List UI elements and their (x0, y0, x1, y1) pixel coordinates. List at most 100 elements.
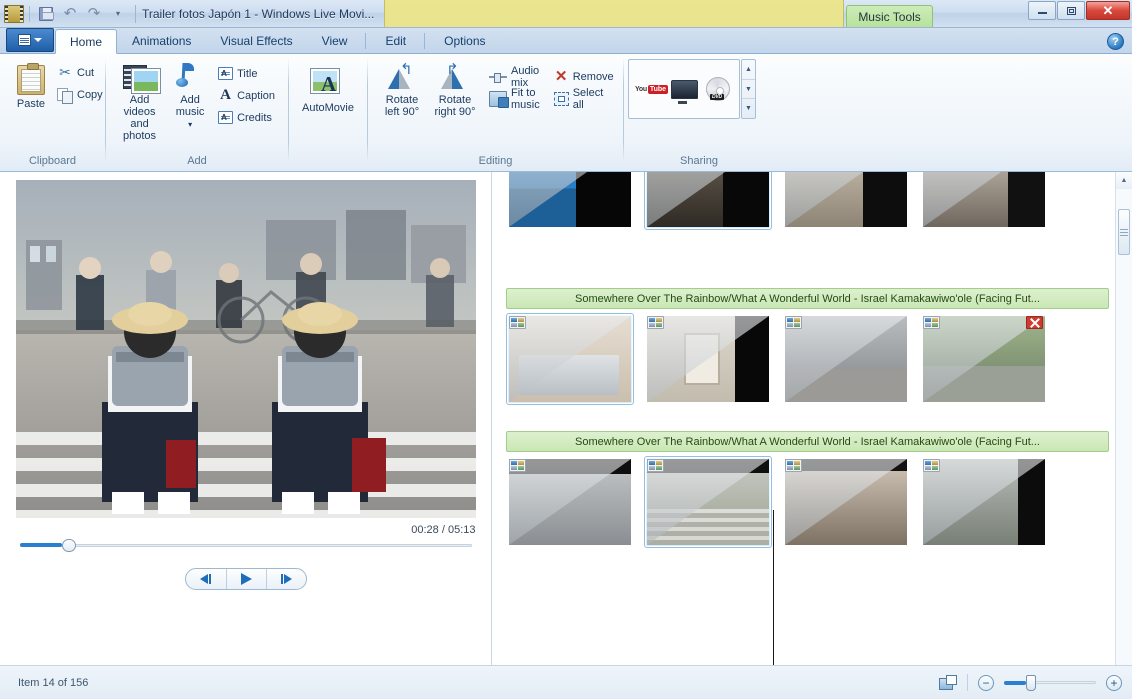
add-videos-and-photos-button[interactable]: Add videos and photos (114, 60, 165, 145)
thumbnail-size-icon[interactable] (939, 675, 957, 690)
minimize-button[interactable] (1028, 1, 1056, 20)
rotate-left-label-2: left 90° (384, 106, 420, 118)
redo-button[interactable]: ↷ (83, 3, 105, 25)
save-button[interactable] (35, 3, 57, 25)
seek-thumb[interactable] (61, 538, 76, 552)
storyboard-scrollbar[interactable]: ▲ (1115, 172, 1132, 665)
restore-button[interactable] (1057, 1, 1085, 20)
display-icon (670, 79, 698, 99)
zoom-in-button[interactable]: + (1106, 674, 1122, 691)
ribbon: Paste ✂ Cut Copy Clipboard Add videos an… (0, 54, 1132, 172)
tab-home[interactable]: Home (55, 29, 118, 54)
undo-icon: ↶ (63, 4, 77, 22)
zoom-thumb[interactable] (1026, 674, 1036, 691)
gallery-more-button[interactable]: ▼ (742, 98, 755, 118)
add-music-label-2: music ▾ (175, 106, 205, 129)
tab-view[interactable]: View (308, 29, 362, 53)
play-button[interactable] (225, 569, 266, 589)
contextual-tab-music-tools[interactable]: Music Tools (846, 5, 933, 27)
scrollbar-thumb[interactable] (1118, 209, 1130, 255)
publish-display-button[interactable] (669, 77, 699, 101)
zoom-out-button[interactable]: − (978, 674, 994, 691)
scrollbar-track[interactable] (1116, 189, 1132, 665)
tab-animations[interactable]: Animations (118, 29, 205, 53)
clip-thumbnail (923, 172, 1045, 227)
gallery-scroll-up-button[interactable]: ▲ (742, 60, 755, 79)
scroll-up-button[interactable]: ▲ (1116, 172, 1132, 189)
title-button[interactable]: Title (215, 63, 280, 84)
minimize-icon (1037, 12, 1047, 14)
seek-slider[interactable] (19, 538, 472, 552)
clip-item[interactable] (782, 456, 910, 548)
save-icon (39, 6, 54, 21)
item-count-label: Item 14 of 156 (18, 676, 89, 689)
audio-mix-icon (489, 70, 507, 84)
clip-item[interactable] (782, 313, 910, 405)
clip-item[interactable] (644, 456, 772, 548)
film-strip-icon (4, 4, 24, 23)
cut-button[interactable]: ✂ Cut (54, 62, 108, 83)
transition-icon (647, 316, 664, 329)
clip-item[interactable] (506, 313, 634, 405)
storyboard-row: Somewhere Over The Rainbow/What A Wonder… (498, 431, 1115, 548)
clip-item[interactable] (920, 172, 1048, 230)
chevron-down-icon (34, 38, 42, 42)
music-track-label[interactable]: Somewhere Over The Rainbow/What A Wonder… (506, 288, 1109, 309)
close-button[interactable]: ✕ (1086, 1, 1130, 20)
preview-time-display: 00:28 / 05:13 (411, 524, 476, 536)
remove-icon: ✕ (554, 68, 568, 85)
music-track-label[interactable]: Somewhere Over The Rainbow/What A Wonder… (506, 431, 1109, 452)
copy-label: Copy (77, 88, 103, 101)
next-frame-icon (280, 574, 292, 584)
copy-button[interactable]: Copy (54, 84, 108, 105)
title-bar: ↶ ↷ ▾ Trailer fotos Japón 1 - Windows Li… (0, 0, 1132, 28)
automovie-icon (310, 68, 345, 99)
clip-list (498, 172, 1115, 230)
rotate-left-button[interactable]: ↰ Rotate left 90° (376, 60, 428, 121)
chevron-down-icon: ▾ (188, 120, 193, 129)
clip-item[interactable] (506, 456, 634, 548)
clip-thumbnail (647, 459, 769, 545)
gallery-scroll-down-button[interactable]: ▼ (742, 78, 755, 99)
transition-remove-icon (1026, 316, 1043, 329)
clip-item[interactable] (644, 313, 772, 405)
tab-options[interactable]: Options (430, 29, 499, 53)
undo-button[interactable]: ↶ (59, 3, 81, 25)
application-menu-button[interactable] (6, 28, 54, 52)
contextual-tab-video-tools[interactable]: Video Tools (384, 0, 845, 27)
menu-list-icon (18, 34, 31, 46)
clip-item[interactable] (920, 313, 1048, 405)
select-all-button[interactable]: Select all (551, 87, 619, 111)
remove-button[interactable]: ✕ Remove (551, 66, 619, 87)
rotate-right-button[interactable]: ↱ Rotate right 90° (428, 60, 482, 121)
remove-label: Remove (572, 70, 614, 83)
credits-icon (218, 111, 234, 124)
group-label-editing: Editing (478, 155, 513, 167)
customize-quick-access-button[interactable]: ▾ (107, 3, 129, 25)
help-button[interactable]: ? (1107, 33, 1124, 50)
fit-to-music-button[interactable]: Fit to music (486, 87, 545, 111)
publish-youtube-button[interactable]: You Tube (635, 77, 669, 101)
video-preview[interactable] (15, 180, 476, 518)
automovie-button[interactable]: AutoMovie (297, 66, 359, 117)
caption-button[interactable]: A Caption (215, 85, 280, 106)
automovie-label: AutoMovie (302, 102, 354, 114)
clip-item[interactable] (644, 172, 772, 230)
publish-dvd-button[interactable]: DVD (703, 77, 733, 101)
previous-frame-button[interactable] (186, 569, 226, 589)
contextual-tabs: Video Tools Music Tools (384, 0, 933, 27)
credits-button[interactable]: Credits (215, 107, 280, 128)
tab-edit[interactable]: Edit (371, 29, 420, 53)
zoom-slider[interactable] (1004, 674, 1096, 691)
tab-visual-effects[interactable]: Visual Effects (206, 29, 306, 53)
playhead-indicator[interactable] (773, 510, 774, 665)
clip-item[interactable] (782, 172, 910, 230)
clip-item[interactable] (920, 456, 1048, 548)
main-area: 00:28 / 05:13 Somewhere Over The Rainbow… (0, 172, 1132, 665)
add-music-button[interactable]: Add music ▾ (167, 60, 213, 134)
next-frame-button[interactable] (265, 569, 306, 589)
audio-mix-button[interactable]: Audio mix (486, 65, 545, 89)
clip-item[interactable] (506, 172, 634, 230)
copy-icon (57, 87, 73, 104)
paste-button[interactable]: Paste (8, 62, 54, 113)
